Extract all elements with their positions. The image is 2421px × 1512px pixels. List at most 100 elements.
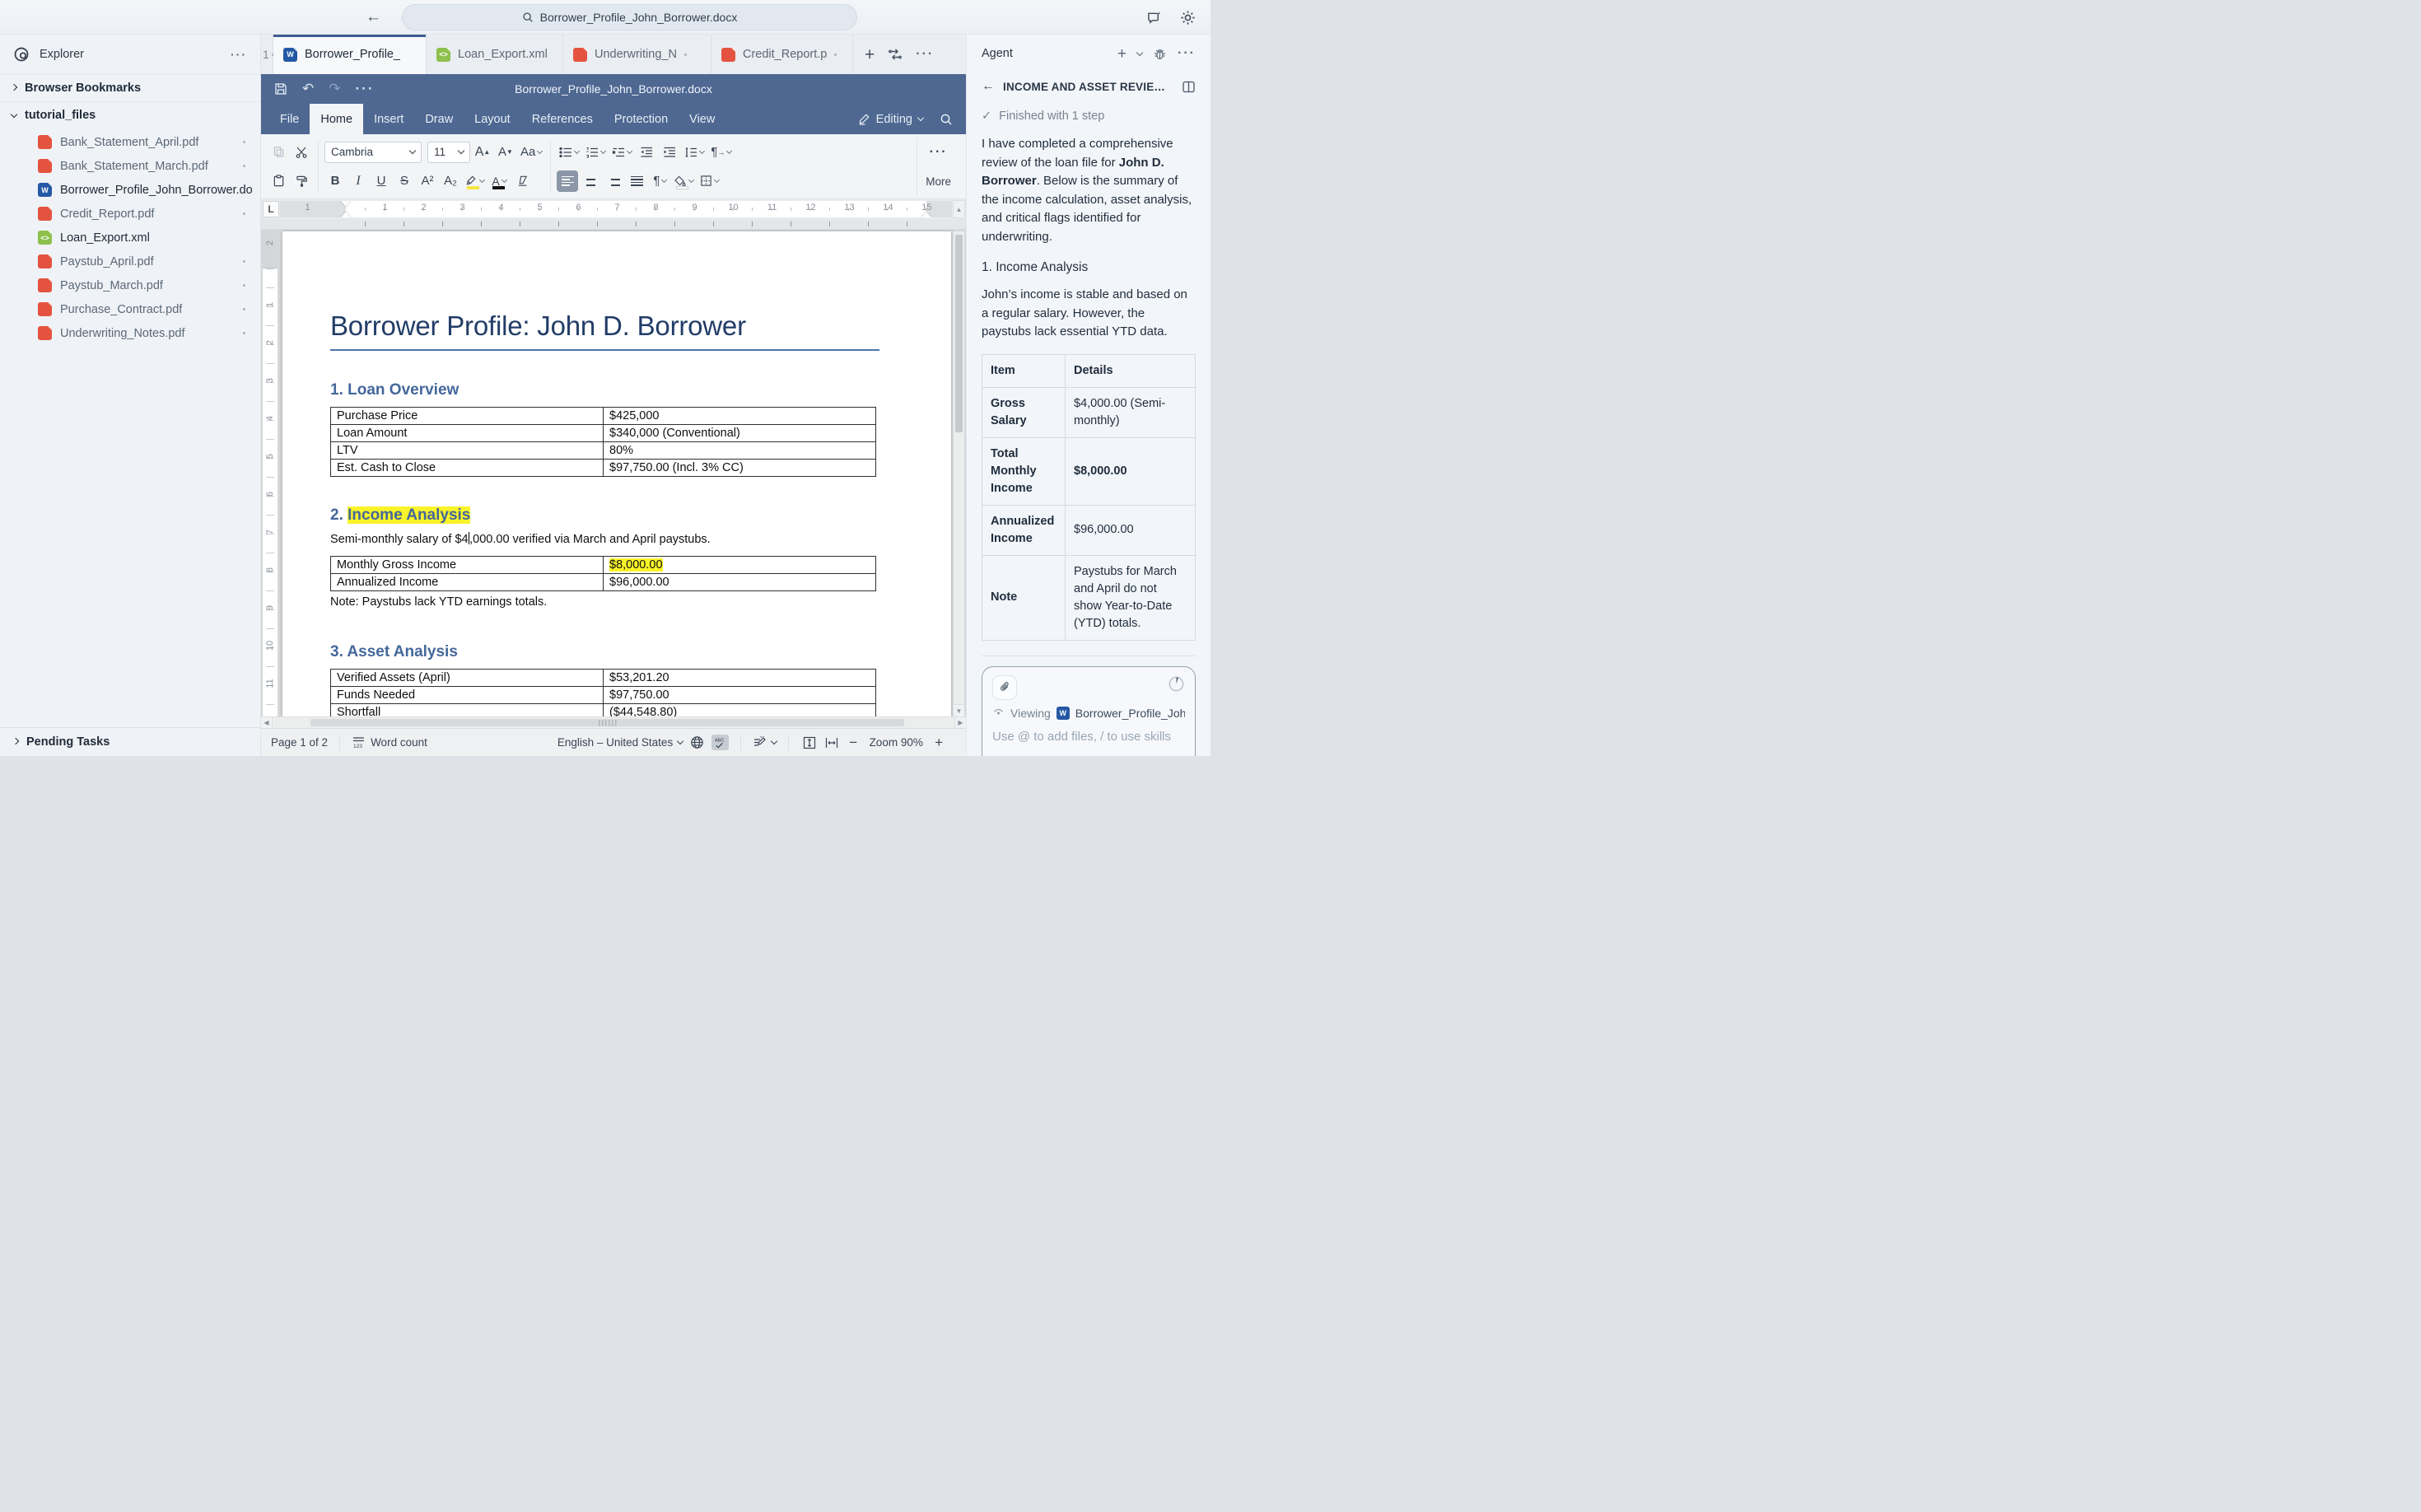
scrollbar-thumb[interactable] [955,235,963,432]
back-arrow-icon[interactable]: ← [366,8,381,26]
split-compare-icon[interactable] [888,47,903,62]
file-item-bank-statement-march[interactable]: Bank_Statement_March.pdf [0,154,260,178]
agent-input-box[interactable]: Viewing W Borrower_Profile_John_Borro Us… [982,666,1196,756]
font-size-select[interactable]: 11 [427,142,470,163]
multilevel-list-button[interactable] [609,142,634,163]
new-agent-chat-icon[interactable]: + [1117,46,1127,62]
borders-button[interactable] [697,170,721,192]
clear-format-button[interactable] [511,170,533,192]
first-line-indent-marker[interactable] [341,201,351,207]
menu-draw[interactable]: Draw [414,104,464,134]
note-paragraph[interactable]: Note: Paystubs lack YTD earnings totals. [330,595,885,609]
vertical-scrollbar[interactable]: ▼ [953,231,964,716]
sidebar-folder-tutorial-files[interactable]: tutorial_files [0,102,260,128]
tab-more-icon[interactable]: ··· [916,47,934,62]
copy-button[interactable] [268,142,289,163]
spell-check-button[interactable]: ABC [711,735,729,750]
scroll-up-button[interactable]: ▲ [953,200,965,218]
track-changes-button[interactable] [753,735,777,749]
increase-font-button[interactable]: A▲ [472,142,493,163]
bullet-list-button[interactable] [557,142,581,163]
file-item-bank-statement-april[interactable]: Bank_Statement_April.pdf [0,130,260,154]
document-page[interactable]: Borrower Profile: John D. Borrower 1. Lo… [282,231,951,716]
file-item-credit-report[interactable]: Credit_Report.pdf [0,202,260,226]
tab-borrower-profile[interactable]: WBorrower_Profile_ [273,35,427,74]
tab-underwriting-notes[interactable]: Underwriting_N [563,35,711,74]
strikethrough-button[interactable]: S [394,170,415,192]
zoom-out-button[interactable]: − [847,735,860,751]
titlebar-more-icon[interactable]: ··· [356,81,375,97]
pending-tasks-section[interactable]: Pending Tasks [0,727,260,756]
align-left-button[interactable] [557,170,578,192]
word-count-button[interactable]: 123 Word count [352,735,427,749]
page-indicator[interactable]: Page 1 of 2 [271,736,328,749]
right-indent-marker[interactable] [921,212,931,217]
undo-icon[interactable]: ↶ [302,81,314,97]
globe-icon[interactable] [690,735,704,749]
numbered-list-button[interactable] [583,142,608,163]
decrease-font-button[interactable]: A▼ [495,142,516,163]
paste-button[interactable] [268,170,289,192]
file-item-paystub-march[interactable]: Paystub_March.pdf [0,273,260,297]
language-selector[interactable]: English – United States [557,736,683,749]
italic-button[interactable]: I [348,170,369,192]
chat-input-placeholder[interactable]: Use @ to add files, / to use skills [992,730,1185,744]
align-center-button[interactable] [580,170,601,192]
hanging-indent-marker[interactable] [341,212,351,217]
tab-stop-selector[interactable]: L [263,201,279,217]
bold-button[interactable]: B [324,170,346,192]
menu-references[interactable]: References [521,104,604,134]
file-item-loan-export[interactable]: <>Loan_Export.xml [0,226,260,250]
file-item-purchase-contract[interactable]: Purchase_Contract.pdf [0,297,260,321]
shading-button[interactable] [672,170,696,192]
bug-icon[interactable] [1153,47,1167,61]
underline-button[interactable]: U [371,170,392,192]
increase-indent-button[interactable] [659,142,680,163]
open-side-panel-icon[interactable] [1182,80,1196,94]
align-right-button[interactable] [603,170,624,192]
ribbon-more-icon[interactable]: ··· [930,145,948,160]
menu-view[interactable]: View [679,104,725,134]
new-tab-icon[interactable]: + [865,46,875,63]
sidebar-item-browser-bookmarks[interactable]: Browser Bookmarks [0,74,260,102]
paragraph-direction-button[interactable]: ¶→ [708,142,734,163]
scroll-down-button[interactable]: ▼ [954,704,964,716]
editing-mode-button[interactable]: Editing [858,113,923,126]
search-bar[interactable]: Borrower_Profile_John_Borrower.docx [402,4,857,30]
file-item-underwriting-notes[interactable]: Underwriting_Notes.pdf [0,321,260,345]
viewing-context-row[interactable]: Viewing W Borrower_Profile_John_Borro [992,707,1185,720]
change-case-button[interactable]: Aa [518,142,544,163]
fit-width-icon[interactable] [824,735,839,750]
superscript-button[interactable]: A² [417,170,438,192]
highlight-color-button[interactable] [463,170,487,192]
menu-layout[interactable]: Layout [464,104,521,134]
show-marks-button[interactable]: ¶ [649,170,670,192]
file-item-paystub-april[interactable]: Paystub_April.pdf [0,250,260,273]
justify-button[interactable] [626,170,647,192]
subscript-button[interactable]: A₂ [440,170,461,192]
salary-paragraph[interactable]: Semi-monthly salary of $4,000.00 verifie… [330,532,885,546]
tab-loan-export[interactable]: <>Loan_Export.xml [427,35,563,74]
sidebar-more-icon[interactable]: ··· [231,48,247,61]
zoom-in-button[interactable]: + [932,735,945,751]
save-icon[interactable] [274,82,287,96]
menu-insert[interactable]: Insert [363,104,414,134]
scrollbar-thumb[interactable] [310,719,904,726]
zoom-level[interactable]: Zoom 90% [867,736,925,749]
new-chat-icon[interactable] [1146,10,1162,26]
attach-file-button[interactable] [992,675,1017,700]
fit-page-icon[interactable] [802,735,817,750]
scroll-left-button[interactable]: ◀ [261,717,273,728]
menu-home[interactable]: Home [310,104,363,134]
settings-gear-icon[interactable] [1180,10,1196,26]
menu-protection[interactable]: Protection [604,104,679,134]
scroll-right-button[interactable]: ▶ [954,717,966,728]
tab-partial[interactable]: 1 [261,35,273,74]
find-icon[interactable] [940,113,953,126]
horizontal-scrollbar[interactable]: ◀ ▶ [261,716,966,728]
tab-credit-report[interactable]: Credit_Report.p [711,35,853,74]
ribbon-more-label[interactable]: More [926,175,951,188]
menu-file[interactable]: File [269,104,310,134]
task-back-icon[interactable]: ← [982,79,995,94]
decrease-indent-button[interactable] [636,142,657,163]
